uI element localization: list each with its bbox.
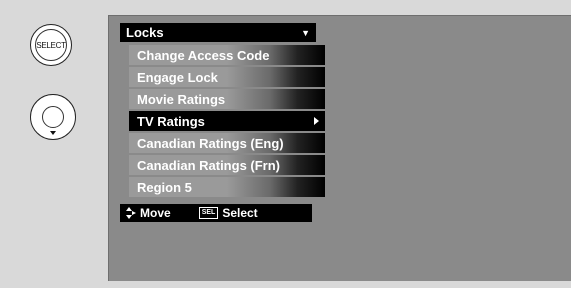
help-bar: Move SEL Select (120, 204, 312, 222)
menu-item-engage-lock[interactable]: Engage Lock (129, 67, 325, 87)
menu-header[interactable]: Locks ▼ (120, 23, 316, 42)
menu-item-label: Movie Ratings (137, 91, 226, 107)
menu-item-movie-ratings[interactable]: Movie Ratings (129, 89, 325, 109)
menu-item-label: Canadian Ratings (Frn) (137, 157, 281, 173)
remote-panel: SELECT (0, 0, 108, 288)
tv-screen: Locks ▼ Change Access Code Engage Lock M… (108, 15, 571, 281)
menu-item-tv-ratings[interactable]: TV Ratings (129, 111, 325, 131)
remote-dpad-button[interactable] (30, 94, 76, 140)
menu-item-change-access-code[interactable]: Change Access Code (129, 45, 325, 65)
caret-down-icon: ▼ (301, 28, 310, 38)
menu-item-canadian-ratings-eng[interactable]: Canadian Ratings (Eng) (129, 133, 325, 153)
menu-item-label: Region 5 (137, 179, 192, 195)
help-move-label: Move (140, 206, 171, 220)
chevron-right-icon (314, 117, 319, 125)
up-down-arrows-icon (126, 207, 136, 219)
menu-item-label: TV Ratings (137, 113, 205, 129)
menu-list: Change Access Code Engage Lock Movie Rat… (129, 45, 325, 199)
dpad-down-arrow-icon (50, 131, 56, 135)
menu-item-label: Engage Lock (137, 69, 218, 85)
remote-select-label: SELECT (35, 29, 67, 61)
help-select-label: Select (222, 206, 258, 220)
sel-key-icon: SEL (198, 207, 219, 219)
menu-item-label: Change Access Code (137, 47, 270, 63)
dpad-center-icon (42, 106, 64, 128)
menu-item-region-5[interactable]: Region 5 (129, 177, 325, 197)
menu-item-canadian-ratings-frn[interactable]: Canadian Ratings (Frn) (129, 155, 325, 175)
menu-item-label: Canadian Ratings (Eng) (137, 135, 284, 151)
menu-header-title: Locks (126, 25, 164, 40)
remote-select-button[interactable]: SELECT (30, 24, 72, 66)
